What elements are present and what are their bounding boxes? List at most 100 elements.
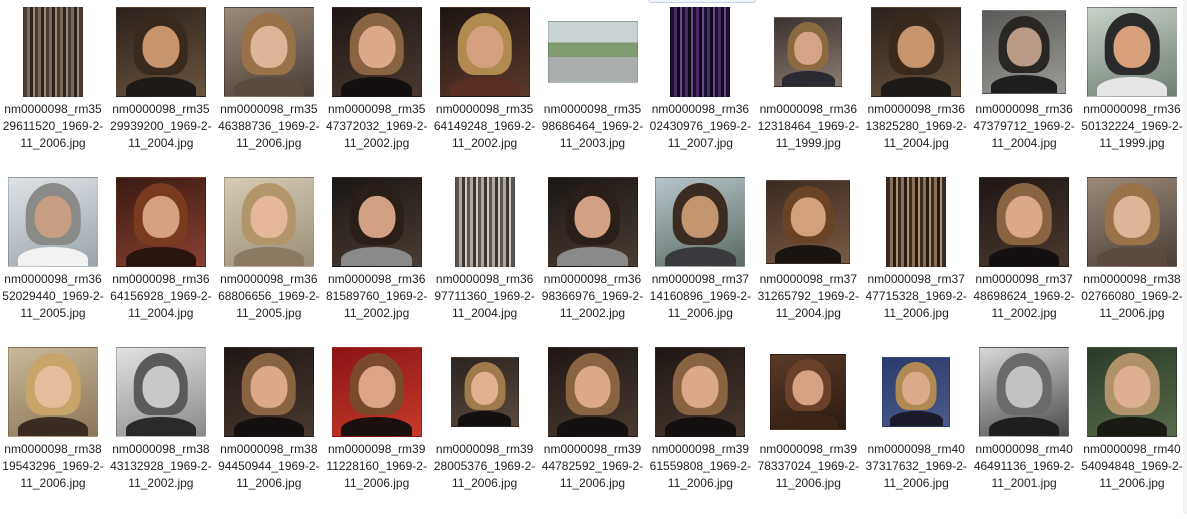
thumbnail-frame (440, 177, 530, 267)
thumbnail-face-shape (574, 195, 611, 238)
thumbnail-face-shape (792, 369, 824, 406)
thumbnail-shoulders-shape (781, 71, 835, 86)
image-thumbnail (882, 357, 951, 427)
image-thumbnail (547, 21, 638, 83)
file-name-label: nm0000098_rm3911228160_1969-2-11_2006.jp… (326, 442, 427, 490)
file-item[interactable]: nm0000098_rm3564149248_1969-2-11_2002.jp… (433, 7, 537, 179)
thumbnail-shoulders-shape (665, 416, 736, 436)
file-item[interactable]: nm0000098_rm3664156928_1969-2-11_2004.jp… (109, 177, 213, 349)
file-item[interactable]: nm0000098_rm3928005376_1969-2-11_2006.jp… (433, 347, 537, 519)
file-thumbnail-grid: nm0000098_rm3529611520_1969-2-11_2006.jp… (0, 0, 1187, 514)
file-item[interactable]: nm0000098_rm3546388736_1969-2-11_2006.jp… (217, 7, 321, 179)
file-item[interactable]: nm0000098_rm3612318464_1969-2-11_1999.jp… (756, 7, 860, 179)
thumbnail-face-shape (250, 195, 288, 238)
file-item[interactable]: nm0000098_rm3819543296_1969-2-11_2006.jp… (1, 347, 105, 519)
image-thumbnail (115, 7, 206, 97)
thumbnail-frame (8, 7, 98, 97)
thumbnail-frame (979, 177, 1070, 267)
file-item[interactable]: nm0000098_rm3529611520_1969-2-11_2006.jp… (1, 7, 105, 179)
thumbnail-shoulders-shape (233, 76, 304, 96)
file-item[interactable]: nm0000098_rm3647379712_1969-2-11_2004.jp… (972, 7, 1076, 179)
file-name-label: nm0000098_rm3802766080_1969-2-11_2006.jp… (1081, 272, 1183, 320)
image-thumbnail (223, 347, 314, 437)
image-thumbnail (871, 7, 962, 97)
thumbnail-face-shape (470, 371, 499, 405)
file-name-label: nm0000098_rm3564149248_1969-2-11_2002.jp… (433, 102, 536, 150)
thumbnail-face-shape (1113, 195, 1151, 238)
thumbnail-shoulders-shape (557, 246, 628, 266)
file-item[interactable]: nm0000098_rm3843132928_1969-2-11_2002.jp… (109, 347, 213, 519)
image-thumbnail (979, 347, 1070, 437)
thumbnail-frame (547, 347, 638, 437)
file-name-label: nm0000098_rm3598686464_1969-2-11_2003.jp… (541, 102, 644, 150)
thumbnail-frame (655, 7, 745, 97)
image-thumbnail (979, 177, 1070, 267)
file-item[interactable]: nm0000098_rm3714160896_1969-2-11_2006.jp… (648, 177, 752, 349)
file-item[interactable]: nm0000098_rm3602430976_1969-2-11_2007.jp… (648, 7, 752, 179)
thumbnail-shoulders-shape (1096, 246, 1168, 266)
thumbnail-frame (655, 347, 746, 437)
file-item[interactable]: nm0000098_rm3802766080_1969-2-11_2006.jp… (1080, 177, 1184, 349)
thumbnail-face-shape (358, 25, 396, 68)
thumbnail-face-shape (1005, 195, 1043, 238)
file-name-label: nm0000098_rm3652029440_1969-2-11_2005.jp… (2, 272, 104, 320)
thumbnail-frame (8, 177, 98, 267)
thumbnail-frame (115, 7, 206, 97)
thumbnail-shoulders-shape (988, 416, 1060, 436)
file-name-label: nm0000098_rm3698366976_1969-2-11_2002.jp… (541, 272, 644, 320)
file-item[interactable]: nm0000098_rm3961559808_1969-2-11_2006.jp… (648, 347, 752, 519)
thumbnail-face-shape (791, 197, 826, 237)
thumbnail-face-shape (250, 25, 288, 68)
file-item[interactable]: nm0000098_rm3681589760_1969-2-11_2002.jp… (325, 177, 429, 349)
file-name-label: nm0000098_rm3664156928_1969-2-11_2004.jp… (110, 272, 212, 320)
image-thumbnail (450, 357, 519, 427)
column-header-edge (648, 0, 756, 3)
file-item[interactable]: nm0000098_rm3668806656_1969-2-11_2005.jp… (217, 177, 321, 349)
file-item[interactable]: nm0000098_rm3698366976_1969-2-11_2002.jp… (541, 177, 645, 349)
image-thumbnail (115, 347, 206, 437)
image-thumbnail (1087, 347, 1177, 437)
thumbnail-frame (115, 347, 206, 437)
file-item[interactable]: nm0000098_rm3731265792_1969-2-11_2004.jp… (756, 177, 860, 349)
image-thumbnail (1087, 7, 1177, 97)
file-item[interactable]: nm0000098_rm3652029440_1969-2-11_2005.jp… (1, 177, 105, 349)
file-name-label: nm0000098_rm3747715328_1969-2-11_2006.jp… (865, 272, 967, 320)
file-name-label: nm0000098_rm3731265792_1969-2-11_2004.jp… (757, 272, 860, 320)
thumbnail-face-shape (358, 365, 396, 408)
thumbnail-frame (763, 347, 853, 437)
file-item[interactable]: nm0000098_rm3748698624_1969-2-11_2002.jp… (972, 177, 1076, 349)
image-thumbnail (8, 177, 98, 267)
thumbnail-shoulders-shape (991, 74, 1057, 93)
file-item[interactable]: nm0000098_rm3944782592_1969-2-11_2006.jp… (541, 347, 645, 519)
file-item[interactable]: nm0000098_rm3697711360_1969-2-11_2004.jp… (433, 177, 537, 349)
file-item[interactable]: nm0000098_rm4046491136_1969-2-11_2001.jp… (972, 347, 1076, 519)
file-item[interactable]: nm0000098_rm3598686464_1969-2-11_2003.jp… (541, 7, 645, 179)
file-item[interactable]: nm0000098_rm3529939200_1969-2-11_2004.jp… (109, 7, 213, 179)
file-name-label: nm0000098_rm3529939200_1969-2-11_2004.jp… (110, 102, 212, 150)
file-item[interactable]: nm0000098_rm3650132224_1969-2-11_1999.jp… (1080, 7, 1184, 179)
file-name-label: nm0000098_rm3546388736_1969-2-11_2006.jp… (218, 102, 320, 150)
thumbnail-shoulders-shape (557, 416, 628, 436)
thumbnail-shoulders-shape (341, 416, 412, 436)
thumbnail-shoulders-shape (125, 416, 197, 436)
file-item[interactable]: nm0000098_rm3547372032_1969-2-11_2002.jp… (325, 7, 429, 179)
file-item[interactable]: nm0000098_rm4037317632_1969-2-11_2006.jp… (864, 347, 968, 519)
file-item[interactable]: nm0000098_rm3978337024_1969-2-11_2006.jp… (756, 347, 860, 519)
file-item[interactable]: nm0000098_rm3613825280_1969-2-11_2004.jp… (864, 7, 968, 179)
file-item[interactable]: nm0000098_rm3747715328_1969-2-11_2006.jp… (864, 177, 968, 349)
thumbnail-frame (979, 7, 1069, 97)
file-item[interactable]: nm0000098_rm4054094848_1969-2-11_2006.jp… (1080, 347, 1184, 519)
thumbnail-frame (763, 177, 853, 267)
thumbnail-face-shape (466, 25, 504, 68)
thumbnail-frame (115, 177, 206, 267)
image-thumbnail (439, 7, 530, 97)
thumbnail-shoulders-shape (341, 246, 412, 266)
image-thumbnail (774, 17, 843, 87)
file-item[interactable]: nm0000098_rm3894450944_1969-2-11_2006.jp… (217, 347, 321, 519)
file-name-label: nm0000098_rm3650132224_1969-2-11_1999.jp… (1081, 102, 1183, 150)
file-item[interactable]: nm0000098_rm3911228160_1969-2-11_2006.jp… (325, 347, 429, 519)
thumbnail-face-shape (142, 365, 180, 408)
thumbnail-face-shape (794, 31, 823, 65)
thumbnail-frame (871, 177, 961, 267)
thumbnail-frame (1087, 347, 1177, 437)
